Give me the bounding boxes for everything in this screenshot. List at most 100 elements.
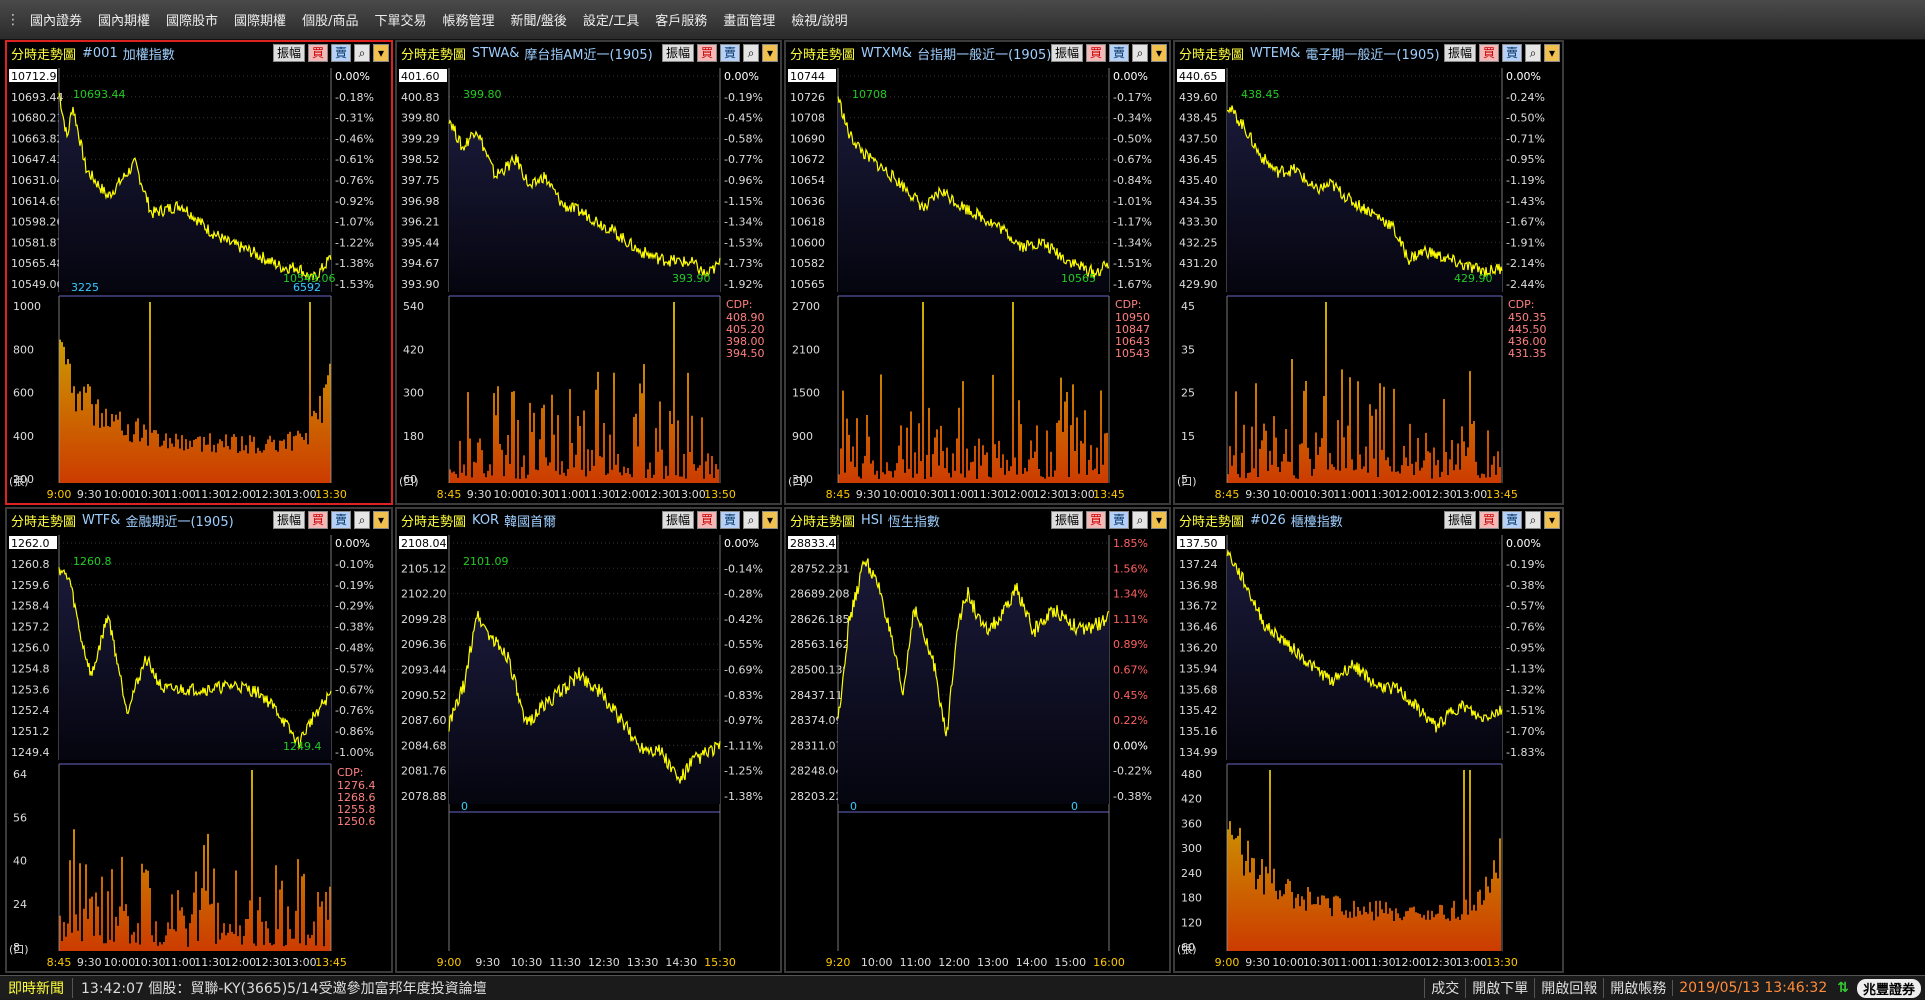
panel-toolbar: 振幅買賣 ⌕ ▾ xyxy=(1443,44,1560,62)
sell-button[interactable]: 賣 xyxy=(1108,44,1129,62)
price-tick-label: 401.60 xyxy=(401,70,440,83)
amplitude-button[interactable]: 振幅 xyxy=(661,511,694,529)
price-tick-label: 136.20 xyxy=(1179,642,1218,655)
menu-customer-service[interactable]: 客戶服務 xyxy=(655,10,707,29)
time-tick-label: 11:00 xyxy=(554,488,586,501)
chart-panel[interactable]: 分時走勢圖 WTEM& 電子期一般近一(1905) 振幅買賣 ⌕ ▾ 440.65 0.00%… xyxy=(1173,40,1564,505)
amplitude-button[interactable]: 振幅 xyxy=(661,44,694,62)
buy-button[interactable]: 買 xyxy=(1478,511,1499,529)
sell-button[interactable]: 賣 xyxy=(330,44,351,62)
settings-icon[interactable]: ▾ xyxy=(1544,44,1560,62)
sell-button[interactable]: 賣 xyxy=(330,511,351,529)
news-ticker[interactable]: 13:42:07 個股：貿聯-KY(3665)5/14受邀參加富邦年度投資論壇 xyxy=(73,978,1424,998)
open-account-button[interactable]: 開啟帳務 xyxy=(1603,978,1672,998)
chart-panel[interactable]: 分時走勢圖 WTXM& 台指期一般近一(1905) 振幅買賣 ⌕ ▾ 10744 0.00% 1… xyxy=(784,40,1171,505)
zoom-icon[interactable]: ⌕ xyxy=(743,511,759,529)
menu-order-trading[interactable]: 下單交易 xyxy=(374,10,426,29)
menu-domestic-securities[interactable]: 國內證券 xyxy=(30,10,82,29)
pct-tick-label: -1.11% xyxy=(724,739,763,752)
settings-icon[interactable]: ▾ xyxy=(1151,44,1167,62)
amplitude-button[interactable]: 振幅 xyxy=(1050,511,1083,529)
high-annotation: 399.80 xyxy=(463,88,502,101)
buy-button[interactable]: 買 xyxy=(696,511,717,529)
sell-button[interactable]: 賣 xyxy=(1108,511,1129,529)
price-tick-label: 400.83 xyxy=(401,91,440,104)
volume-unit: (張) xyxy=(9,475,29,488)
chart-panel[interactable]: 分時走勢圖 WTF& 金融期近一(1905) 振幅買賣 ⌕ ▾ 1262.0 0.00% 126… xyxy=(5,507,393,973)
pct-tick-label: -0.67% xyxy=(1113,153,1152,166)
zoom-icon[interactable]: ⌕ xyxy=(354,44,370,62)
chart-type-label[interactable]: 分時走勢圖 xyxy=(11,44,76,63)
pct-tick-label: -1.25% xyxy=(724,765,763,778)
zoom-icon[interactable]: ⌕ xyxy=(1525,511,1541,529)
settings-icon[interactable]: ▾ xyxy=(373,511,389,529)
zoom-icon[interactable]: ⌕ xyxy=(1525,44,1541,62)
amplitude-button[interactable]: 振幅 xyxy=(1443,44,1476,62)
zoom-icon[interactable]: ⌕ xyxy=(743,44,759,62)
zoom-icon[interactable]: ⌕ xyxy=(1132,44,1148,62)
chart-type-label[interactable]: 分時走勢圖 xyxy=(401,44,466,63)
menu-news[interactable]: 新聞/盤後 xyxy=(510,10,566,29)
settings-icon[interactable]: ▾ xyxy=(762,511,778,529)
chart-type-label[interactable]: 分時走勢圖 xyxy=(790,44,855,63)
buy-button[interactable]: 買 xyxy=(1085,511,1106,529)
settings-icon[interactable]: ▾ xyxy=(1544,511,1560,529)
settings-icon[interactable]: ▾ xyxy=(373,44,389,62)
chart-type-label[interactable]: 分時走勢圖 xyxy=(790,511,855,530)
menu-settings-tools[interactable]: 設定/工具 xyxy=(583,10,639,29)
menu-domestic-futures[interactable]: 國內期權 xyxy=(98,10,150,29)
amplitude-button[interactable]: 振幅 xyxy=(1443,511,1476,529)
menu-intl-stocks[interactable]: 國際股市 xyxy=(166,10,218,29)
chart-panel[interactable]: 分時走勢圖 STWA& 摩台指AM近一(1905) 振幅買賣 ⌕ ▾ 401.60 0.00%… xyxy=(395,40,782,505)
settings-icon[interactable]: ▾ xyxy=(762,44,778,62)
menu-screen-manage[interactable]: 畫面管理 xyxy=(723,10,775,29)
volume-tick-label: 24 xyxy=(13,898,27,911)
price-tick-label: 1252.4 xyxy=(11,704,50,717)
volume-tick-label: 1000 xyxy=(13,300,41,313)
amplitude-button[interactable]: 振幅 xyxy=(272,511,305,529)
sell-button[interactable]: 賣 xyxy=(719,511,740,529)
time-tick-label: 13:00 xyxy=(285,488,317,501)
menu-intl-futures[interactable]: 國際期權 xyxy=(234,10,286,29)
menu-account[interactable]: 帳務管理 xyxy=(442,10,494,29)
menu-view-help[interactable]: 檢視/說明 xyxy=(791,10,847,29)
chart-panel[interactable]: 分時走勢圖 #026 櫃檯指數 振幅買賣 ⌕ ▾ 137.50 0.00% 137.24 -0.1… xyxy=(1173,507,1564,973)
time-tick-label: 8:45 xyxy=(1215,488,1240,501)
amplitude-button[interactable]: 振幅 xyxy=(272,44,305,62)
price-tick-label: 429.90 xyxy=(1179,278,1218,291)
news-tab[interactable]: 即時新聞 xyxy=(0,978,73,998)
sell-button[interactable]: 賣 xyxy=(1501,44,1522,62)
chart-type-label[interactable]: 分時走勢圖 xyxy=(1179,44,1244,63)
chart-panel[interactable]: 分時走勢圖 KOR 韓國首爾 振幅買賣 ⌕ ▾ 2108.04 0.00% 2105.12 -0.… xyxy=(395,507,782,973)
open-order-button[interactable]: 開啟下單 xyxy=(1465,978,1534,998)
sell-button[interactable]: 賣 xyxy=(719,44,740,62)
buy-button[interactable]: 買 xyxy=(1085,44,1106,62)
chart-type-label[interactable]: 分時走勢圖 xyxy=(11,511,76,530)
volume-tick-label: 400 xyxy=(13,430,34,443)
volume-tick-label: 2100 xyxy=(792,343,820,356)
buy-button[interactable]: 買 xyxy=(307,511,328,529)
chart-type-label[interactable]: 分時走勢圖 xyxy=(401,511,466,530)
open-report-button[interactable]: 開啟回報 xyxy=(1534,978,1603,998)
chart-panel[interactable]: 分時走勢圖 HSI 恆生指數 振幅買賣 ⌕ ▾ 28833.450 1.85% 28752.23… xyxy=(784,507,1171,973)
buy-button[interactable]: 買 xyxy=(696,44,717,62)
vol-left-annotation: 0 xyxy=(461,800,468,813)
time-tick-label: 9:30 xyxy=(1245,488,1270,501)
menu-grip-icon[interactable]: ⋮ xyxy=(6,12,20,28)
buy-button[interactable]: 買 xyxy=(307,44,328,62)
menu-stock-product[interactable]: 個股/商品 xyxy=(302,10,358,29)
price-tick-label: 10618 xyxy=(790,216,825,229)
settings-icon[interactable]: ▾ xyxy=(1151,511,1167,529)
pct-tick-label: -0.31% xyxy=(335,112,374,125)
buy-button[interactable]: 買 xyxy=(1478,44,1499,62)
amplitude-button[interactable]: 振幅 xyxy=(1050,44,1083,62)
chart-panel[interactable]: 分時走勢圖 #001 加權指數 振幅買賣 ⌕ ▾ 10712.99 0.00% 10693.44… xyxy=(5,40,393,505)
zoom-icon[interactable]: ⌕ xyxy=(1132,511,1148,529)
time-tick-label: 9:00 xyxy=(47,488,72,501)
pct-tick-label: -0.83% xyxy=(724,689,763,702)
sell-button[interactable]: 賣 xyxy=(1501,511,1522,529)
pct-tick-label: -1.43% xyxy=(1506,195,1545,208)
zoom-icon[interactable]: ⌕ xyxy=(354,511,370,529)
trade-button[interactable]: 成交 xyxy=(1424,978,1465,998)
chart-type-label[interactable]: 分時走勢圖 xyxy=(1179,511,1244,530)
